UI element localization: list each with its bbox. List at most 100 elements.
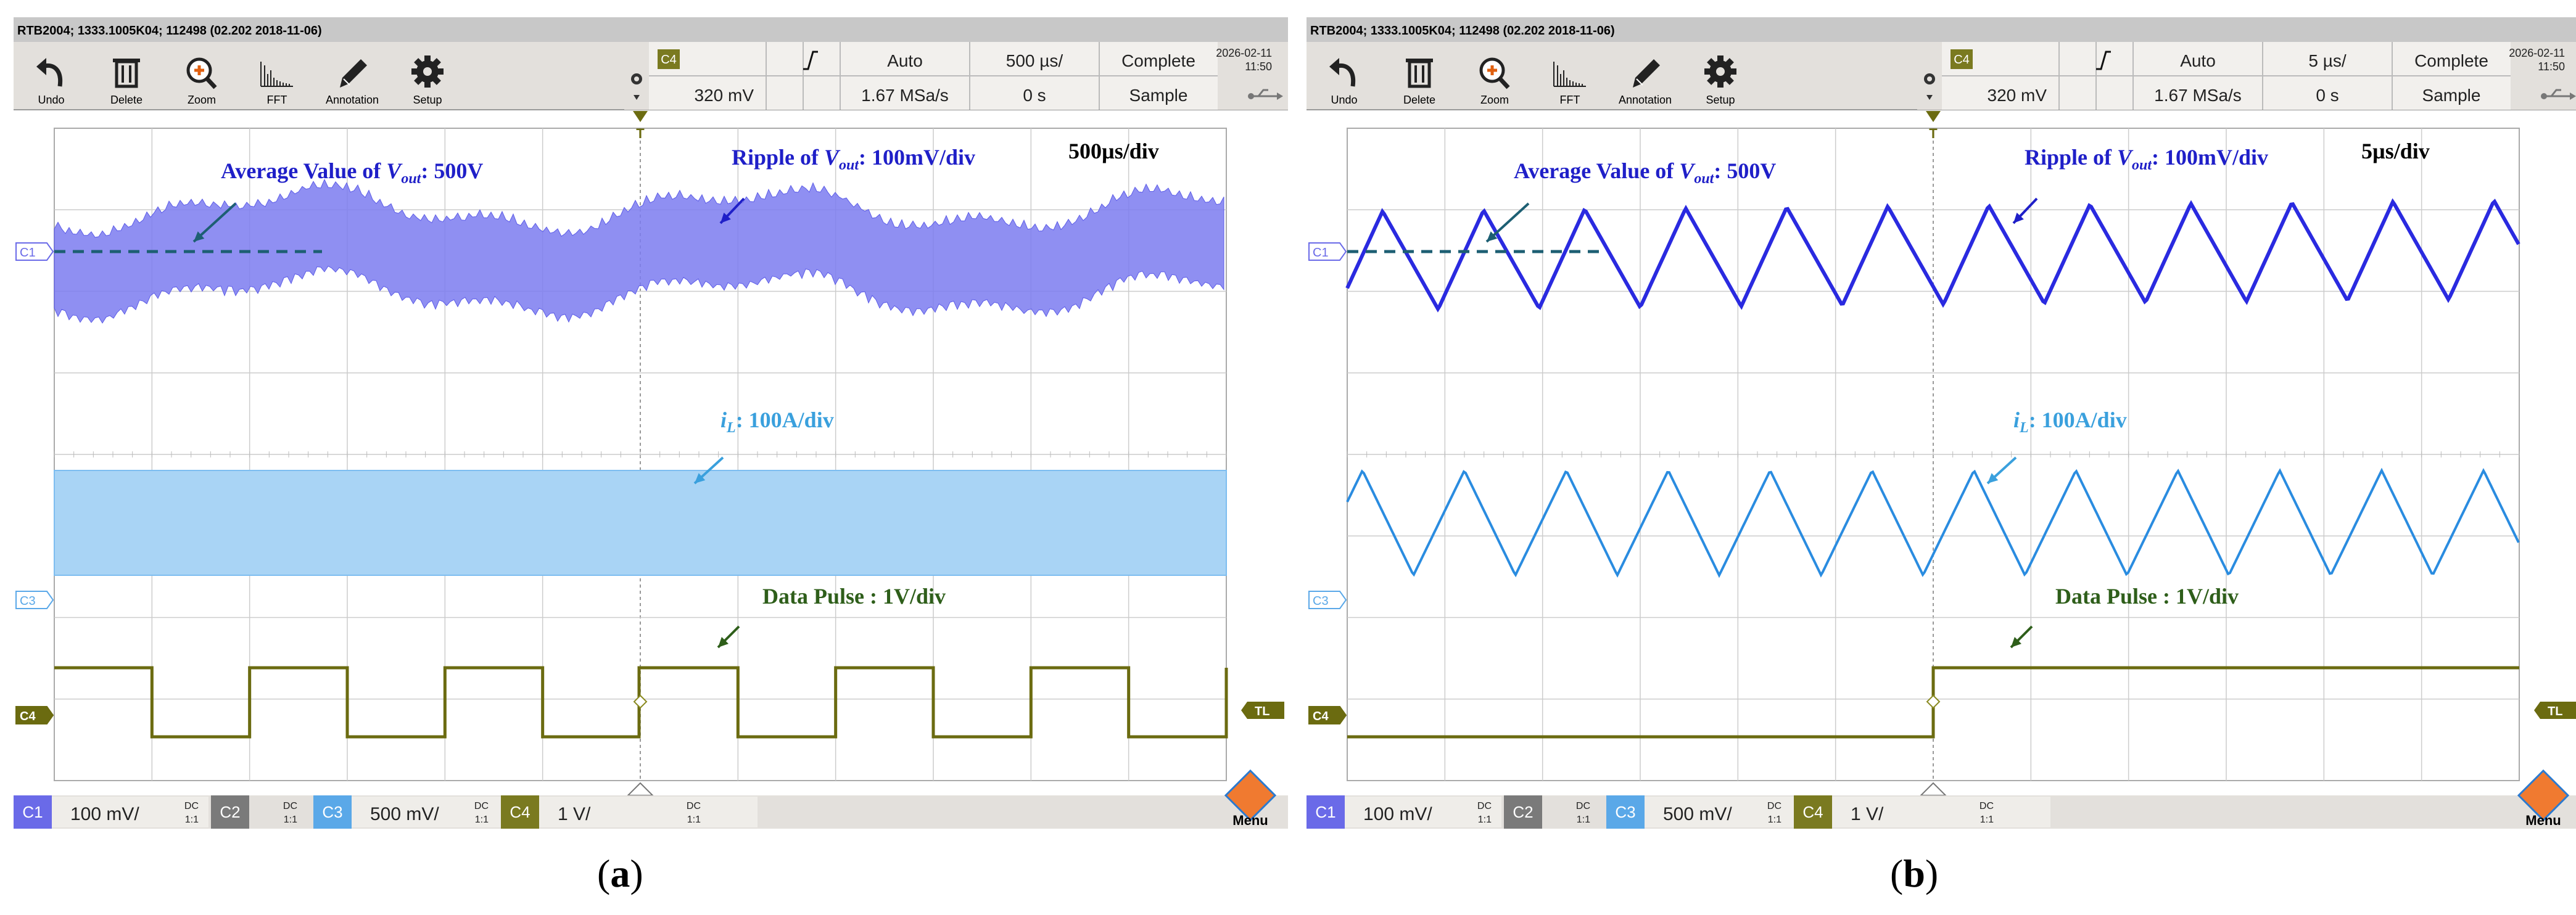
trigger-level-marker[interactable]: TL [2534, 702, 2576, 719]
channel-scale: 1 V/ [1851, 804, 1884, 824]
trigger-mode[interactable]: Auto [2180, 51, 2216, 70]
channel4-marker[interactable]: C4 [1309, 707, 1346, 724]
il-label: iL: 100A/div [720, 407, 834, 437]
oscilloscope-screen-b: RTB2004; 1333.1005K04; 112498 (02.202 20… [1307, 17, 2576, 829]
channel-c1-button[interactable]: C1 100 mV/DC 1:1 [14, 795, 208, 829]
channel-name: C1 [22, 803, 43, 821]
gear-tooth [1704, 68, 1713, 75]
toolbar-button-annotation[interactable]: Annotation [1609, 43, 1682, 109]
average-value-label: Average Value of Vout: 500V [1514, 158, 1776, 187]
channel-scale: 100 mV/ [70, 804, 139, 824]
horizontal-position-marker[interactable] [1921, 783, 1946, 795]
toolbar-button-zoom[interactable]: Zoom [165, 43, 238, 109]
time: 11:50 [1245, 60, 1272, 73]
toolbar-button-zoom[interactable]: Zoom [1458, 43, 1531, 109]
channel1-marker-text: C1 [20, 246, 36, 260]
timebase[interactable]: 500 µs/ [1006, 51, 1063, 70]
data-pulse-label: Data Pulse : 1V/div [762, 583, 946, 609]
time-per-division-label: 500µs/div [1068, 138, 1159, 164]
channel-scale: 100 mV/ [1363, 804, 1432, 824]
channel-ratio: 1:1 [185, 814, 199, 825]
toolbar-button-annotation[interactable]: Annotation [316, 43, 389, 109]
channel-coupling: DC [1767, 801, 1781, 811]
horizontal-offset[interactable]: 0 s [1023, 86, 1046, 105]
gear-hole [423, 67, 432, 76]
toolbar-button-setup[interactable]: Setup [391, 43, 464, 109]
toolbar-button-undo[interactable]: Undo [15, 43, 88, 109]
channel-c1-button[interactable]: C1 100 mV/DC 1:1 [1307, 795, 1501, 829]
caption-a: (a) [597, 851, 643, 897]
channel-scale: 500 mV/ [370, 804, 439, 824]
channel-c4-button[interactable]: C4 1 V/DC 1:1 [1794, 795, 2050, 829]
trigger-level[interactable]: 320 mV [695, 86, 754, 105]
il-trace [54, 470, 1226, 575]
trigger-level[interactable]: 320 mV [1988, 86, 2047, 105]
title-bar-text: RTB2004; 1333.1005K04; 112498 (02.202 20… [1310, 24, 1615, 38]
gear-tooth [411, 68, 420, 75]
channel-ratio: 1:1 [284, 814, 297, 825]
channel-coupling: DC [1477, 801, 1492, 811]
channel-c4-button[interactable]: C4 1 V/DC 1:1 [501, 795, 758, 829]
channel1-marker[interactable]: C1 [1309, 243, 1346, 260]
horizontal-position-marker[interactable] [628, 783, 653, 795]
menu-label: Menu [1232, 813, 1268, 828]
small-gear-hole [1927, 76, 1932, 81]
channel-coupling: DC [1576, 801, 1590, 811]
small-gear-icon[interactable] [1924, 73, 1935, 84]
trigger-mode[interactable]: Auto [887, 51, 923, 70]
acquisition-mode[interactable]: Sample [1129, 86, 1188, 105]
tl-text: TL [2548, 705, 2562, 718]
toolbar-button-label: Delete [110, 94, 142, 106]
title-bar-text: RTB2004; 1333.1005K04; 112498 (02.202 20… [17, 24, 322, 38]
channel-name: C2 [1513, 803, 1533, 821]
channel-c3-button[interactable]: C3 500 mV/DC 1:1 [313, 795, 508, 829]
gear-tooth [424, 55, 431, 64]
channel3-marker[interactable]: C3 [1309, 591, 1346, 609]
toolbar-button-delete[interactable]: Delete [1383, 43, 1456, 109]
toolbar-button-undo[interactable]: Undo [1308, 43, 1381, 109]
gear-tooth [1717, 79, 1724, 88]
trigger-arrow [633, 111, 648, 122]
channel3-marker[interactable]: C3 [16, 591, 53, 609]
channel3-marker-text: C3 [20, 594, 36, 608]
toolbar-button-label: FFT [267, 94, 287, 106]
trigger-source: C4 [1954, 53, 1970, 67]
toolbar-button-label: Undo [38, 94, 64, 106]
channel-coupling: DC [1979, 801, 1994, 811]
trigger-arrow [1926, 111, 1941, 122]
caption-b: (b) [1890, 851, 1938, 897]
channel-ratio: 1:1 [1577, 814, 1590, 825]
channel-c3-button[interactable]: C3 500 mV/DC 1:1 [1606, 795, 1801, 829]
small-gear-hole [634, 76, 639, 81]
channel-coupling: DC [283, 801, 297, 811]
trigger-t-label: T [636, 126, 645, 141]
small-gear-icon[interactable] [631, 73, 642, 84]
toolbar-button-delete[interactable]: Delete [90, 43, 163, 109]
toolbar-button-label: Zoom [1480, 94, 1509, 106]
acquisition-mode[interactable]: Sample [2422, 86, 2481, 105]
horizontal-offset[interactable]: 0 s [2316, 86, 2339, 105]
gear-icon [1704, 55, 1736, 88]
toolbar-button-label: Setup [413, 94, 442, 106]
channel-name: C4 [1802, 803, 1823, 821]
toolbar-button-fft[interactable]: FFT [241, 43, 313, 109]
trigger-level-marker[interactable]: TL [1241, 702, 1284, 719]
ripple-label: Ripple of Vout: 100mV/div [732, 144, 975, 174]
ripple-label: Ripple of Vout: 100mV/div [2025, 144, 2268, 174]
toolbar-button-label: Setup [1706, 94, 1735, 106]
time: 11:50 [2538, 60, 2565, 73]
timebase[interactable]: 5 µs/ [2308, 51, 2346, 70]
channel-name: C3 [1615, 803, 1635, 821]
time-per-division-label: 5µs/div [2361, 138, 2430, 164]
channel1-marker[interactable]: C1 [16, 243, 53, 260]
gear-tooth [1728, 68, 1736, 75]
gear-tooth [435, 68, 444, 75]
usb-node [1248, 93, 1254, 99]
toolbar-button-setup[interactable]: Setup [1684, 43, 1757, 109]
channel4-marker[interactable]: C4 [16, 707, 53, 724]
toolbar-button-fft[interactable]: FFT [1534, 43, 1606, 109]
toolbar-button-label: Annotation [1619, 94, 1672, 106]
oscilloscope-screen-a: RTB2004; 1333.1005K04; 112498 (02.202 20… [14, 17, 1288, 829]
channel-name: C4 [510, 803, 530, 821]
toolbar-button-label: Zoom [188, 94, 216, 106]
